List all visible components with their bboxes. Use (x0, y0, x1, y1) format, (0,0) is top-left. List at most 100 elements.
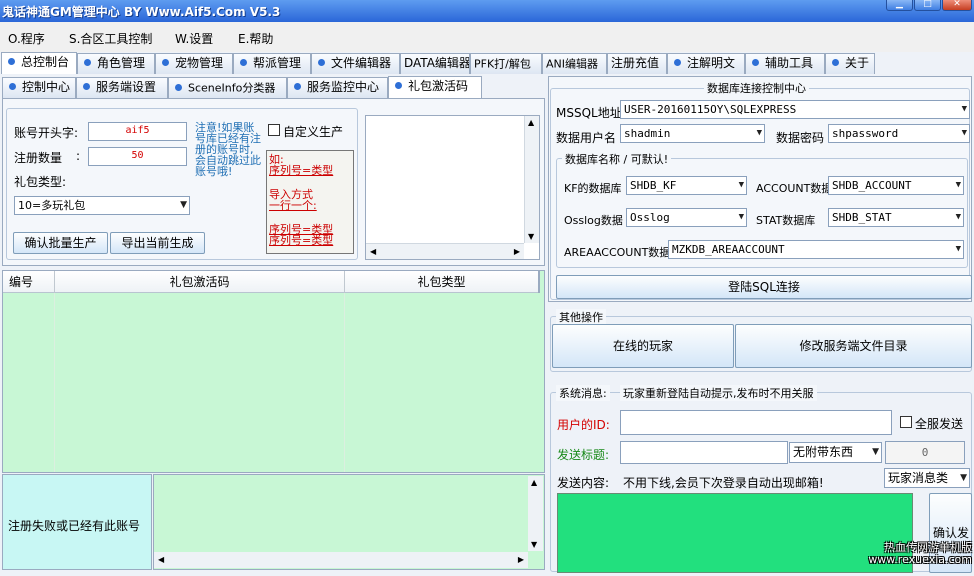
account-db-label: ACCOUNT数据 (756, 182, 833, 195)
tab-dot-icon (9, 83, 16, 90)
osslog-db-label: Osslog数据 (564, 214, 623, 227)
tab-annotations[interactable]: 注解明文 (667, 53, 745, 74)
textarea-vscroll[interactable]: ▲ ▼ (524, 116, 539, 243)
db-names-legend: 数据库名称 / 可默认! (562, 151, 672, 167)
db-user-select[interactable]: shadmin ▼ (620, 124, 765, 143)
send-title-label: 发送标题: (557, 448, 610, 462)
textarea-hscroll[interactable]: ◀ ▶ (366, 243, 524, 259)
tab-roles[interactable]: 角色管理 (77, 53, 155, 74)
menu-settings[interactable]: W.设置 (175, 30, 213, 47)
stat-db-select[interactable]: SHDB_STAT ▼ (828, 208, 964, 227)
tab-guilds[interactable]: 帮派管理 (233, 53, 311, 74)
grid-col-line (54, 293, 55, 472)
column-header-code[interactable]: 礼包激活码 (54, 271, 344, 293)
subtab-control-center[interactable]: 控制中心 (2, 77, 76, 98)
chevron-down-icon: ▼ (955, 180, 961, 190)
menu-program[interactable]: O.程序 (8, 30, 45, 47)
chevron-down-icon: ▼ (738, 180, 744, 190)
menu-merge-tools[interactable]: S.合区工具控制 (69, 30, 152, 47)
minimize-button[interactable]: ▁ (886, 0, 913, 11)
chevron-down-icon: ▼ (960, 473, 967, 483)
area-db-label: AREAACCOUNT数据库 (564, 246, 682, 259)
subtab-gift-codes[interactable]: 礼包激活码 (388, 76, 482, 98)
attachment-select[interactable]: 无附带东西 ▼ (789, 442, 882, 463)
log-hscroll[interactable]: ◀ ▶ (154, 552, 528, 568)
chevron-down-icon: ▼ (756, 128, 762, 138)
scroll-up-icon: ▲ (528, 118, 535, 127)
tab-dot-icon (83, 83, 90, 90)
subtab-server-settings[interactable]: 服务端设置 (76, 77, 168, 98)
other-ops-legend: 其他操作 (556, 309, 606, 325)
tab-dot-icon (162, 59, 169, 66)
header-divider (538, 271, 540, 293)
attachment-qty-input[interactable]: 0 (885, 441, 965, 464)
mssql-select[interactable]: USER-20160115OY\SQLEXPRESS ▼ (620, 100, 970, 119)
content-label: 发送内容: (557, 476, 610, 490)
user-id-input[interactable] (620, 410, 892, 435)
prefix-input[interactable]: aif5 (88, 122, 187, 141)
tab-pets[interactable]: 宠物管理 (155, 53, 233, 74)
tab-dot-icon (240, 59, 247, 66)
scroll-left-icon: ◀ (158, 555, 165, 564)
sql-login-button[interactable]: 登陆SQL连接 (556, 275, 972, 299)
note-text: 注意!如果账号库已经有注册的账号时,会自动跳过此账号哦! (195, 121, 261, 178)
scroll-up-icon: ▲ (531, 478, 538, 487)
modify-server-dir-button[interactable]: 修改服务端文件目录 (735, 324, 972, 368)
menu-bar: O.程序 S.合区工具控制 W.设置 E.帮助 (0, 22, 974, 52)
scroll-right-icon: ▶ (513, 247, 520, 256)
count-colon: : (76, 149, 81, 163)
subtab-service-monitor[interactable]: 服务监控中心 (287, 77, 388, 98)
log-vscroll[interactable]: ▲ ▼ (528, 476, 543, 551)
db-user-label: 数据用户名 (556, 131, 617, 145)
custom-code-textarea[interactable] (365, 115, 540, 260)
hint-box: 如: 序列号=类型 导入方式 一行一个: 序列号=类型 序列号=类型 (266, 150, 354, 254)
tab-about[interactable]: 关于 (825, 53, 875, 74)
count-label: 注册数量 (14, 151, 63, 165)
chevron-down-icon: ▼ (180, 200, 187, 210)
kf-db-select[interactable]: SHDB_KF ▼ (626, 176, 747, 195)
chevron-down-icon: ▼ (961, 104, 967, 114)
tab-file-editor[interactable]: 文件编辑器 (311, 53, 400, 74)
gift-type-select[interactable]: 10=多玩礼包 ▼ (14, 196, 190, 215)
gift-code-grid (2, 270, 545, 473)
tab-ani-editor[interactable]: ANI编辑器 (542, 53, 607, 74)
tab-register-charge[interactable]: 注册充值 (607, 53, 667, 74)
chevron-down-icon: ▼ (872, 447, 879, 457)
broadcast-all-label: 全服发送 (915, 417, 964, 431)
menu-help[interactable]: E.帮助 (238, 30, 273, 47)
maximize-button[interactable]: □ (914, 0, 941, 11)
tab-data-editor[interactable]: DATA编辑器 (400, 53, 470, 74)
confirm-batch-button[interactable]: 确认批量生产 (13, 232, 108, 254)
osslog-db-select[interactable]: Osslog ▼ (626, 208, 747, 227)
kf-db-label: KF的数据库 (564, 182, 622, 195)
message-type-select[interactable]: 玩家消息类 ▼ (884, 468, 970, 488)
scroll-right-icon: ▶ (517, 555, 524, 564)
prefix-label: 账号开头字: (14, 126, 79, 140)
sub-tab-bar: 控制中心 服务端设置 SceneInfo分类器 服务监控中心 礼包激活码 (0, 76, 545, 98)
export-button[interactable]: 导出当前生成 (110, 232, 205, 254)
tab-dot-icon (395, 82, 402, 89)
count-input[interactable]: 50 (88, 147, 187, 166)
send-title-input[interactable] (620, 441, 788, 464)
subtab-sceneinfo[interactable]: SceneInfo分类器 (168, 77, 287, 98)
chevron-down-icon: ▼ (955, 212, 961, 222)
account-db-select[interactable]: SHDB_ACCOUNT ▼ (828, 176, 964, 195)
system-message-legend: 系统消息: (556, 385, 610, 401)
tab-dot-icon (832, 59, 839, 66)
column-header-type[interactable]: 礼包类型 (344, 271, 538, 293)
broadcast-all-checkbox[interactable] (900, 416, 912, 428)
db-password-select[interactable]: shpassword ▼ (828, 124, 970, 143)
close-button[interactable]: ✕ (942, 0, 972, 11)
tab-console[interactable]: 总控制台 (1, 52, 77, 74)
tab-aux-tools[interactable]: 辅助工具 (745, 53, 825, 74)
watermark-text: 热血传网游单机版 www.rexuexia.com (868, 541, 972, 566)
title-bar: 鬼话神通GM管理中心 BY Www.Aif5.Com V5.3 ▁ □ ✕ (0, 0, 974, 22)
scroll-down-icon: ▼ (531, 540, 538, 549)
online-players-button[interactable]: 在线的玩家 (552, 324, 734, 368)
area-db-select[interactable]: MZKDB_AREAACCOUNT ▼ (668, 240, 964, 259)
column-header-id[interactable]: 编号 (3, 271, 54, 293)
tab-pfk-pack[interactable]: PFK打/解包 (470, 53, 542, 74)
custom-produce-checkbox[interactable] (268, 124, 280, 136)
mssql-label: MSSQL地址: (556, 106, 626, 120)
user-id-label: 用户的ID: (557, 418, 610, 432)
